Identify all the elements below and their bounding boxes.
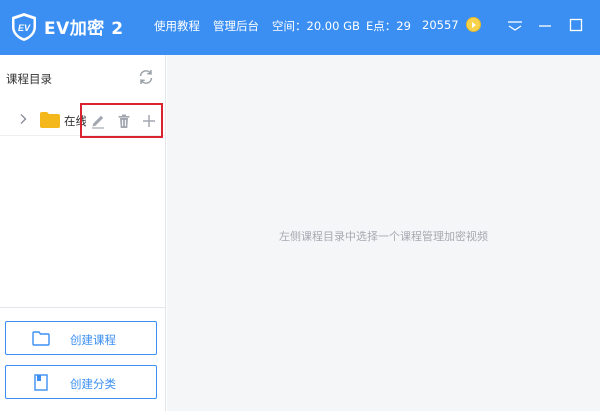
plus-icon[interactable]: [141, 113, 157, 129]
refresh-icon[interactable]: [137, 68, 155, 86]
main-panel: 左侧课程目录中选择一个课程管理加密视频: [167, 55, 600, 411]
svg-text:EV: EV: [18, 23, 31, 33]
highlight-box: [80, 103, 163, 138]
tutorial-link[interactable]: 使用教程: [154, 18, 200, 34]
create-course-label: 创建课程: [70, 333, 116, 347]
create-category-button[interactable]: 创建分类: [5, 365, 157, 399]
dropdown-menu-icon[interactable]: [504, 14, 526, 36]
folder-icon: [40, 112, 60, 128]
chevron-right-icon[interactable]: [17, 113, 29, 125]
create-course-button[interactable]: 创建课程: [5, 321, 157, 355]
sidebar-footer: 创建课程 创建分类: [0, 307, 166, 411]
trash-icon[interactable]: [116, 113, 132, 129]
title-bar: EV EV加密 2 使用教程 管理后台 空间：20.00 GB E点：29 20…: [0, 0, 600, 55]
sidebar-title: 课程目录: [6, 72, 52, 86]
app-title: EV加密 2: [44, 19, 124, 39]
pencil-icon[interactable]: [90, 113, 106, 129]
empty-state-hint: 左侧课程目录中选择一个课程管理加密视频: [279, 230, 488, 243]
space-stat: 空间：20.00 GB: [272, 19, 360, 33]
ev-shield-logo-icon: EV: [12, 13, 36, 41]
create-category-label: 创建分类: [70, 377, 116, 391]
admin-link[interactable]: 管理后台: [213, 18, 259, 34]
folder-outline-icon: [32, 331, 50, 346]
coin-icon[interactable]: [466, 17, 481, 32]
course-sidebar: 课程目录 在线 创建课程 创建分类: [0, 55, 166, 411]
coin-count: 20557: [422, 18, 459, 32]
e-points-stat: E点：29: [366, 19, 411, 33]
sidebar-header: 课程目录: [0, 55, 166, 99]
maximize-icon[interactable]: [565, 14, 587, 36]
minimize-icon[interactable]: [534, 14, 556, 36]
book-icon: [34, 374, 48, 391]
